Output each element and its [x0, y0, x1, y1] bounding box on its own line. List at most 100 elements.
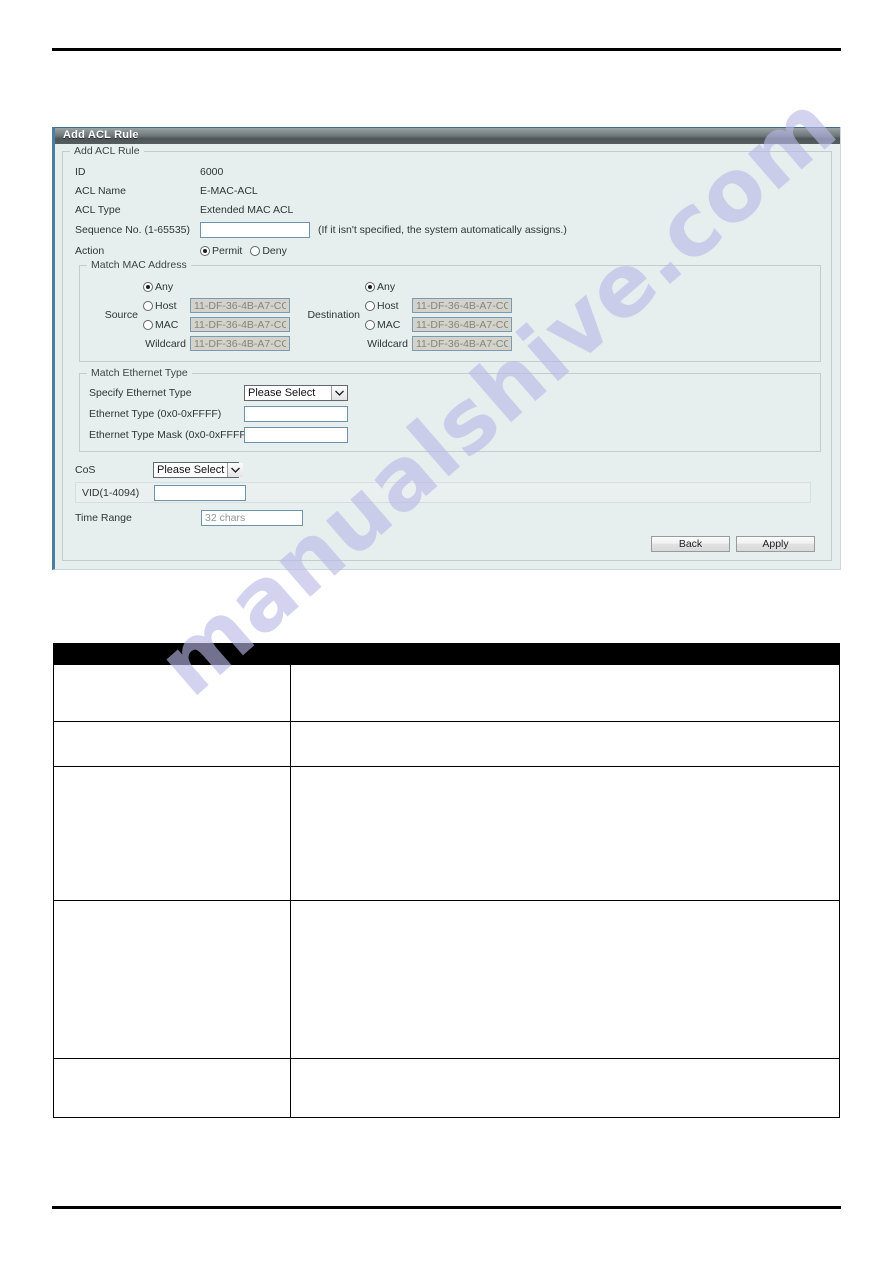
- time-range-input[interactable]: [201, 510, 303, 526]
- source-label: Source: [104, 309, 138, 321]
- id-label: ID: [75, 166, 86, 178]
- panel-titlebar: Add ACL Rule: [55, 127, 840, 144]
- destination-mac-label: MAC: [377, 318, 401, 331]
- vid-label: VID(1-4094): [82, 486, 140, 499]
- table-cell-field: [53, 721, 291, 767]
- destination-host-label: Host: [377, 299, 399, 312]
- table-cell-field: [53, 664, 291, 722]
- page-header-rule: [52, 48, 841, 51]
- ethernet-type-input[interactable]: [244, 405, 348, 422]
- table-row: [53, 721, 840, 767]
- sequence-no-label: Sequence No. (1-65535): [75, 224, 190, 236]
- acl-type-label: ACL Type: [75, 204, 121, 216]
- match-ethernet-type-legend: Match Ethernet Type: [87, 367, 192, 379]
- row-time-range: Time Range: [75, 508, 821, 528]
- ethernet-type-mask-input[interactable]: [244, 426, 348, 443]
- row-cos: CoS Please Select: [75, 460, 821, 480]
- source-any-radio-icon[interactable]: [143, 281, 153, 292]
- action-radio-deny[interactable]: Deny: [250, 245, 287, 257]
- row-acl-name: ACL Name E-MAC-ACL: [75, 183, 821, 199]
- source-any-radio[interactable]: Any: [143, 281, 190, 293]
- apply-button[interactable]: Apply: [736, 536, 815, 552]
- table-cell-description: [290, 721, 840, 767]
- table-cell-description: [290, 664, 840, 722]
- source-mac-label: MAC: [155, 318, 179, 331]
- source-mac-line: MAC: [143, 317, 290, 332]
- cos-value: Please Select: [157, 464, 225, 476]
- radio-permit-icon[interactable]: [200, 245, 210, 256]
- table-header-description: [290, 643, 840, 665]
- destination-host-radio[interactable]: Host: [365, 300, 412, 312]
- destination-host-input[interactable]: [412, 298, 512, 313]
- destination-label: Destination: [307, 309, 360, 321]
- action-deny-label: Deny: [262, 244, 287, 257]
- destination-host-line: Host: [365, 298, 512, 313]
- source-any-line: Any: [143, 279, 290, 294]
- time-range-label: Time Range: [75, 512, 132, 524]
- match-mac-address-fieldset: Match MAC Address Source Any Host 11-DF-…: [79, 259, 821, 362]
- chevron-down-icon[interactable]: [331, 385, 347, 400]
- row-ethernet-type-mask: Ethernet Type Mask (0x0-0xFFFF): [89, 425, 820, 444]
- destination-host-radio-icon[interactable]: [365, 300, 375, 311]
- row-acl-type: ACL Type Extended MAC ACL: [75, 202, 821, 218]
- source-host-input[interactable]: [190, 298, 290, 313]
- action-label: Action: [75, 244, 105, 257]
- source-host-radio-icon[interactable]: [143, 300, 153, 311]
- row-ethernet-type: Ethernet Type (0x0-0xFFFF): [89, 404, 820, 423]
- acl-name-label: ACL Name: [75, 185, 126, 197]
- ethernet-type-label: Ethernet Type (0x0-0xFFFF): [89, 407, 222, 420]
- action-radio-permit[interactable]: Permit: [200, 245, 242, 257]
- row-specify-ethernet-type: Specify Ethernet Type Please Select: [89, 383, 820, 402]
- destination-column: Any Host 11-DF-36-4B-A7-CC MAC 11-DF-36-…: [365, 279, 512, 351]
- table-header-row: [53, 643, 840, 665]
- row-action: Action Permit Deny: [75, 242, 821, 259]
- destination-any-line: Any: [365, 279, 512, 294]
- sequence-no-input[interactable]: [200, 222, 310, 238]
- specify-ethernet-type-select[interactable]: Please Select: [244, 384, 348, 401]
- match-mac-address-legend: Match MAC Address: [87, 259, 191, 271]
- destination-mac-input[interactable]: [412, 317, 512, 332]
- table-row: [53, 664, 840, 722]
- add-acl-rule-panel: Add ACL Rule Add ACL Rule ID 6000 ACL Na…: [52, 127, 841, 570]
- panel-button-bar: Back Apply: [75, 536, 821, 552]
- destination-mac-radio-icon[interactable]: [365, 319, 375, 330]
- source-host-label: Host: [155, 299, 177, 312]
- source-mac-radio-icon[interactable]: [143, 319, 153, 330]
- source-mac-radio[interactable]: MAC: [143, 319, 190, 331]
- destination-wildcard-line: Wildcard: [365, 336, 512, 351]
- specify-ethernet-type-label: Specify Ethernet Type: [89, 386, 192, 399]
- specify-ethernet-type-value: Please Select: [248, 386, 316, 399]
- row-id: ID 6000: [75, 164, 821, 180]
- cos-select[interactable]: Please Select: [153, 462, 244, 478]
- table-row: [53, 766, 840, 901]
- destination-any-radio-icon[interactable]: [365, 281, 375, 292]
- source-host-radio[interactable]: Host: [143, 300, 190, 312]
- source-host-line: Host: [143, 298, 290, 313]
- row-vid: VID(1-4094): [75, 482, 811, 503]
- acl-type-value: Extended MAC ACL: [200, 204, 294, 216]
- table-cell-field: [53, 766, 291, 901]
- field-description-table: [53, 643, 840, 1118]
- destination-wildcard-input[interactable]: [412, 336, 512, 351]
- page-footer-rule: [52, 1206, 841, 1209]
- panel-title: Add ACL Rule: [63, 129, 139, 141]
- back-button[interactable]: Back: [651, 536, 730, 552]
- panel-body: Add ACL Rule ID 6000 ACL Name E-MAC-ACL …: [55, 144, 840, 569]
- id-value: 6000: [200, 166, 224, 178]
- source-column: Any Host 11-DF-36-4B-A7-CC MAC 11-DF-36-…: [143, 279, 290, 351]
- add-acl-rule-fieldset: Add ACL Rule ID 6000 ACL Name E-MAC-ACL …: [62, 145, 832, 561]
- row-sequence-no: Sequence No. (1-65535) (If it isn't spec…: [75, 221, 821, 239]
- destination-mac-radio[interactable]: MAC: [365, 319, 412, 331]
- radio-deny-icon[interactable]: [250, 245, 261, 256]
- cos-label: CoS: [75, 464, 96, 476]
- source-wildcard-input[interactable]: [190, 336, 290, 351]
- table-row: [53, 900, 840, 1059]
- table-body: [53, 664, 840, 1118]
- acl-name-value: E-MAC-ACL: [200, 185, 258, 197]
- vid-input[interactable]: [154, 484, 246, 501]
- ethernet-type-mask-label: Ethernet Type Mask (0x0-0xFFFF): [89, 428, 250, 441]
- destination-any-radio[interactable]: Any: [365, 281, 412, 293]
- chevron-down-icon[interactable]: [227, 463, 244, 477]
- source-mac-input[interactable]: [190, 317, 290, 332]
- table-cell-description: [290, 1058, 840, 1118]
